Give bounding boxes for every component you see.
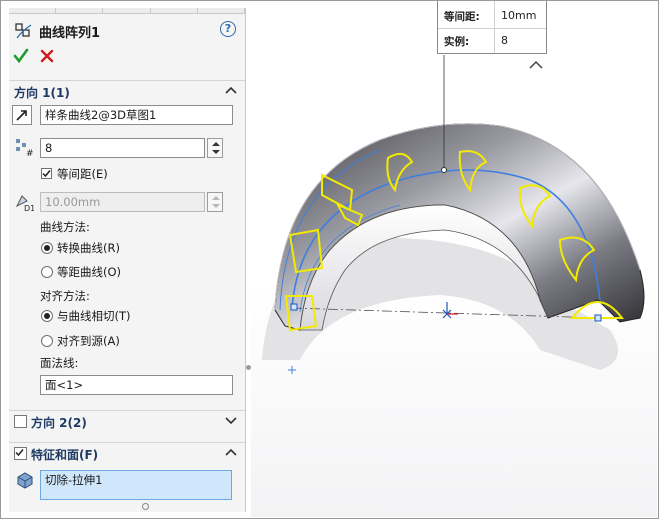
feature-icon [17,472,33,489]
alignment-label: 对齐方法: [40,289,90,303]
face-normal-label: 面法线: [40,356,79,370]
align-to-seed-radio[interactable] [41,335,53,347]
convert-curve-label: 转换曲线(R) [57,241,120,255]
feature-title: 曲线阵列1 [39,26,101,41]
curve-start-handle[interactable] [290,303,298,311]
callout-row-spacing: 等间距: 10mm [438,3,546,29]
direction2-section-header[interactable]: 方向 2(2) [9,410,245,433]
curve-end-handle[interactable] [594,314,602,322]
instances-icon: # [16,139,34,157]
tangent-to-curve-label: 与曲线相切(T) [57,309,131,323]
convert-curve-radio[interactable] [41,242,53,254]
spacing-stepper[interactable] [207,192,223,212]
features-title: 特征和面(F) [31,448,99,462]
spacing-input[interactable]: 10.00mm [40,192,205,212]
callout-instances-value[interactable]: 8 [501,34,508,47]
plus-marker [288,366,296,374]
instances-stepper[interactable] [207,138,223,158]
direction1-title: 方向 1(1) [14,86,70,100]
curve-pattern-icon [15,23,32,39]
feature-selection-list[interactable]: 切除-拉伸1 [40,470,232,500]
callout-spacing-key: 等间距: [444,11,480,23]
list-resize-handle[interactable] [142,503,149,510]
pattern-direction-icon[interactable] [12,105,32,125]
spacing-icon: D1 [15,195,34,212]
callout-instances-key: 实例: [444,36,470,48]
equal-spacing-label: 等间距(E) [57,167,108,181]
direction2-title: 方向 2(2) [31,416,87,430]
features-checkbox[interactable] [14,447,27,460]
offset-curve-label: 等距曲线(O) [57,265,122,279]
face-normal-field[interactable]: 面<1> [40,375,233,395]
direction1-section-header[interactable]: 方向 1(1) [9,80,245,103]
origin-triad [442,302,458,319]
ok-check-icon[interactable] [13,48,29,64]
svg-text:#: # [26,149,34,157]
direction2-checkbox[interactable] [14,415,27,428]
curve-method-label: 曲线方法: [40,220,90,234]
cancel-x-icon[interactable] [39,48,55,64]
chevron-up-icon[interactable] [529,60,543,69]
property-manager-titlebar: 曲线阵列1 ? [9,18,245,42]
instances-input[interactable]: 8 [40,138,205,158]
features-section-header[interactable]: 特征和面(F) [9,442,245,465]
equal-spacing-checkbox[interactable] [41,168,52,179]
graphics-viewport[interactable]: 等间距: 10mm 实例: 8 [251,1,657,517]
callout-row-instances: 实例: 8 [438,28,546,53]
feature-list-item[interactable]: 切除-拉伸1 [45,473,102,487]
direction-curve-field[interactable]: 样条曲线2@3D草图1 [40,105,233,125]
tangent-to-curve-radio[interactable] [41,310,53,322]
chevron-up-icon[interactable] [225,447,237,457]
manager-tabs[interactable] [9,8,245,14]
svg-text:D1: D1 [24,204,34,212]
model-view[interactable] [251,1,657,517]
offset-curve-radio[interactable] [41,266,53,278]
chevron-down-icon[interactable] [225,415,237,425]
callout-spacing-value[interactable]: 10mm [501,9,536,22]
align-to-seed-label: 对齐到源(A) [57,334,120,348]
curve-point-marker [441,167,447,173]
chevron-up-icon[interactable] [225,85,237,95]
pattern-callout[interactable]: 等间距: 10mm 实例: 8 [437,1,547,54]
help-icon[interactable]: ? [220,21,236,37]
property-manager: 曲线阵列1 ? 方向 1(1) 样条曲线2@3D草图1 # 8 等间距(E) D… [9,8,246,512]
